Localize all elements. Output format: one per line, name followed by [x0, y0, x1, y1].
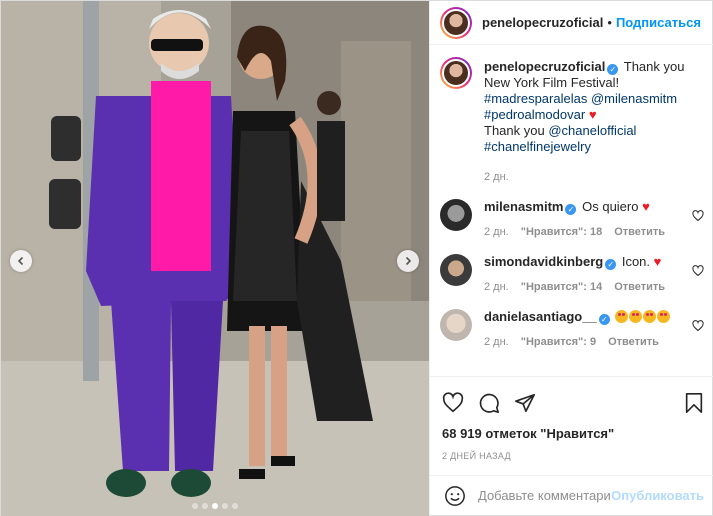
share-icon	[515, 393, 535, 413]
comment-like-count[interactable]: "Нравится": 18	[521, 224, 602, 240]
caption-body: penelopecruzoficial ✓ Thank you New York …	[484, 57, 704, 185]
comment-body: milenasmitm ✓ Os quiero ♥ 2 дн. "Нравится…	[484, 199, 704, 240]
chevron-left-icon	[17, 256, 24, 266]
hashtag-link[interactable]: #madresparalelas	[484, 91, 587, 106]
author-avatar[interactable]	[440, 6, 472, 39]
commenter-username[interactable]: simondavidkinberg	[484, 254, 603, 269]
commenter-avatar[interactable]	[440, 199, 472, 231]
comment-input[interactable]	[478, 488, 612, 503]
comment-like-button[interactable]	[692, 319, 704, 335]
hashtag-link[interactable]: #pedroalmodovar	[484, 107, 585, 122]
post-caption: penelopecruzoficial ✓ Thank you New York …	[440, 57, 704, 185]
commenter-username[interactable]: danielasantiago__	[484, 309, 597, 324]
comment-like-count[interactable]: "Нравится": 9	[521, 334, 596, 350]
commenter-username[interactable]: milenasmitm	[484, 199, 563, 214]
comment-item: danielasantiago__ ✓ 2 дн. "Нравится": 9 О…	[440, 309, 704, 350]
post-details-panel: penelopecruzoficial • Подписаться penelo…	[429, 1, 713, 515]
verified-icon: ✓	[565, 204, 577, 215]
previous-slide-button[interactable]	[10, 250, 32, 272]
comment-time[interactable]: 2 дн.	[484, 279, 509, 295]
carousel-dot	[202, 503, 208, 509]
carousel-indicator	[1, 503, 429, 509]
reply-button[interactable]: Ответить	[614, 224, 665, 240]
reply-button[interactable]: Ответить	[614, 279, 665, 295]
heart-emoji-icon: ♥	[642, 199, 650, 214]
heart-eyes-emoji-icon	[615, 309, 671, 324]
comment-time[interactable]: 2 дн.	[484, 224, 509, 240]
comment-like-count[interactable]: "Нравится": 14	[521, 279, 602, 295]
next-slide-button[interactable]	[397, 250, 419, 272]
carousel-dot	[192, 503, 198, 509]
commenter-avatar[interactable]	[440, 309, 472, 341]
comment-meta: 2 дн. "Нравится": 18 Ответить	[484, 224, 704, 240]
action-bar	[442, 383, 704, 423]
comment-item: milenasmitm ✓ Os quiero ♥ 2 дн. "Нравится…	[440, 199, 704, 240]
heart-icon	[692, 265, 704, 277]
caption-meta: 2 дн.	[484, 169, 704, 185]
mention-link[interactable]: @chanelofficial	[548, 123, 636, 138]
like-button[interactable]	[442, 392, 464, 414]
heart-emoji-icon: ♥	[653, 254, 662, 269]
carousel-dot	[222, 503, 228, 509]
header-separator: •	[607, 15, 612, 30]
comment-time[interactable]: 2 дн.	[484, 334, 509, 350]
heart-icon	[692, 210, 704, 222]
smile-icon	[445, 485, 465, 506]
comment-item: simondavidkinberg ✓ Icon. ♥ 2 дн. "Нравит…	[440, 254, 704, 295]
comment-body: simondavidkinberg ✓ Icon. ♥ 2 дн. "Нравит…	[484, 254, 704, 295]
comments-list: penelopecruzoficial ✓ Thank you New York …	[430, 45, 713, 376]
heart-icon	[692, 320, 704, 332]
carousel-dot-active	[212, 503, 218, 509]
comment-text: Icon.	[621, 254, 651, 269]
hashtag-link[interactable]: #chanelfinejewelry	[484, 139, 591, 154]
likes-count[interactable]: 68 919 отметок "Нравится"	[442, 426, 704, 441]
post-date[interactable]: 2 ДНЕЙ НАЗАД	[442, 451, 704, 461]
comment-meta: 2 дн. "Нравится": 9 Ответить	[484, 334, 704, 350]
comment-like-button[interactable]	[692, 264, 704, 280]
mention-link[interactable]: @milenasmitm	[591, 91, 677, 106]
caption-time[interactable]: 2 дн.	[484, 169, 509, 185]
comment-body: danielasantiago__ ✓ 2 дн. "Нравится": 9 О…	[484, 309, 704, 350]
heart-icon	[442, 392, 464, 413]
comment-button[interactable]	[478, 392, 500, 414]
save-button[interactable]	[684, 392, 704, 414]
verified-icon: ✓	[598, 314, 610, 325]
bookmark-icon	[685, 393, 703, 413]
photo-scene	[1, 1, 429, 516]
commenter-avatar[interactable]	[440, 254, 472, 286]
verified-icon: ✓	[607, 64, 619, 75]
comment-meta: 2 дн. "Нравится": 14 Ответить	[484, 279, 704, 295]
post-header: penelopecruzoficial • Подписаться	[430, 1, 713, 45]
comment-icon	[479, 393, 499, 413]
caption-text: Thank you	[484, 123, 545, 138]
chevron-right-icon	[405, 256, 412, 266]
reply-button[interactable]: Ответить	[608, 334, 659, 350]
post-container: penelopecruzoficial • Подписаться penelo…	[0, 0, 713, 516]
verified-icon: ✓	[605, 259, 617, 270]
post-photo[interactable]	[1, 1, 429, 516]
emoji-picker-button[interactable]	[444, 485, 466, 507]
heart-emoji-icon: ♥	[588, 107, 597, 122]
author-username[interactable]: penelopecruzoficial	[482, 15, 603, 30]
post-actions: 68 919 отметок "Нравится" 2 ДНЕЙ НАЗАД	[430, 376, 713, 461]
share-button[interactable]	[514, 392, 536, 414]
comment-like-button[interactable]	[692, 209, 704, 225]
follow-button[interactable]: Подписаться	[616, 15, 701, 30]
caption-avatar[interactable]	[440, 57, 472, 89]
caption-username[interactable]: penelopecruzoficial	[484, 59, 605, 74]
carousel-dot	[232, 503, 238, 509]
publish-button[interactable]: Опубликовать	[611, 488, 704, 503]
comment-text: Os quiero	[582, 199, 639, 214]
add-comment-bar: Опубликовать	[430, 475, 713, 515]
